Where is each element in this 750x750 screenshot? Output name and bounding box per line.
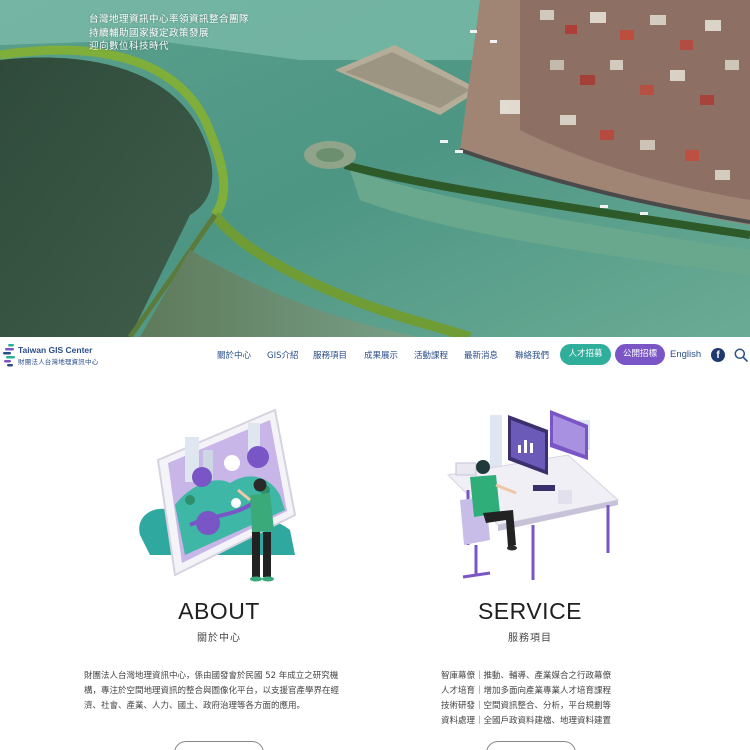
hero-line-1: 台灣地理資訊中心率領資訊整合團隊 (89, 14, 250, 25)
service-item-talent: 人才培育｜增加多面向產業專業人才培育課程 (441, 686, 612, 696)
about-more-button[interactable] (174, 741, 264, 750)
nav-item-services[interactable]: 服務項目 (313, 349, 347, 361)
nav-item-about[interactable]: 關於中心 (217, 349, 251, 361)
top-navigation: Taiwan GIS Center 財團法人台灣地理資訊中心 關於中心 GIS介… (0, 337, 750, 373)
search-icon[interactable] (734, 348, 748, 362)
nav-item-events[interactable]: 活動課程 (414, 349, 448, 361)
hero-banner: 台灣地理資訊中心率領資訊整合團隊 持續輔助國家擬定政策發展 迎向數位科技時代 (0, 0, 750, 337)
logo-mark-icon (3, 344, 15, 367)
hero-line-3: 迎向數位科技時代 (89, 41, 170, 52)
about-subtitle: 關於中心 (197, 633, 241, 644)
service-more-button[interactable] (486, 741, 576, 750)
service-subtitle: 服務項目 (508, 633, 552, 644)
hero-tagline: 台灣地理資訊中心率領資訊整合團隊 持續輔助國家擬定政策發展 迎向數位科技時代 (89, 13, 249, 54)
service-item-data: 資料處理｜全國戶政資料建檔、地理資料建置 (441, 716, 612, 726)
logo-text-en: Taiwan GIS Center (18, 345, 93, 355)
about-illustration (139, 408, 297, 582)
service-item-rnd: 技術研發｜空間資訊整合、分析，平台規劃等 (441, 701, 612, 711)
facebook-icon[interactable]: f (711, 348, 725, 362)
nav-item-contact[interactable]: 聯絡我們 (515, 349, 549, 361)
nav-item-results[interactable]: 成果展示 (364, 349, 398, 361)
public-tender-button[interactable]: 公開招標 (615, 344, 665, 365)
about-title: ABOUT (178, 598, 260, 624)
service-title: SERVICE (477, 598, 583, 624)
nav-item-gis-intro[interactable]: GIS介紹 (267, 349, 299, 361)
service-item-think-tank: 智庫幕僚｜推動、輔導、產業媒合之行政幕僚 (441, 671, 612, 681)
logo-text-zh: 財團法人台灣地理資訊中心 (18, 358, 99, 366)
hero-line-2: 持續輔助國家擬定政策發展 (89, 27, 210, 39)
site-logo[interactable]: Taiwan GIS Center 財團法人台灣地理資訊中心 (3, 342, 113, 368)
about-description: 財團法人台灣地理資訊中心，係由國發會於民國 52 年成立之研究機構，專注於空間地… (84, 671, 340, 711)
service-illustration (446, 410, 620, 580)
talent-recruit-button[interactable]: 人才招募 (560, 344, 611, 365)
language-switch-english[interactable]: English (670, 349, 701, 360)
service-list: 智庫幕僚｜推動、輔導、產業媒合之行政幕僚 人才培育｜增加多面向產業專業人才培育課… (441, 669, 631, 729)
nav-item-news[interactable]: 最新消息 (464, 349, 498, 361)
